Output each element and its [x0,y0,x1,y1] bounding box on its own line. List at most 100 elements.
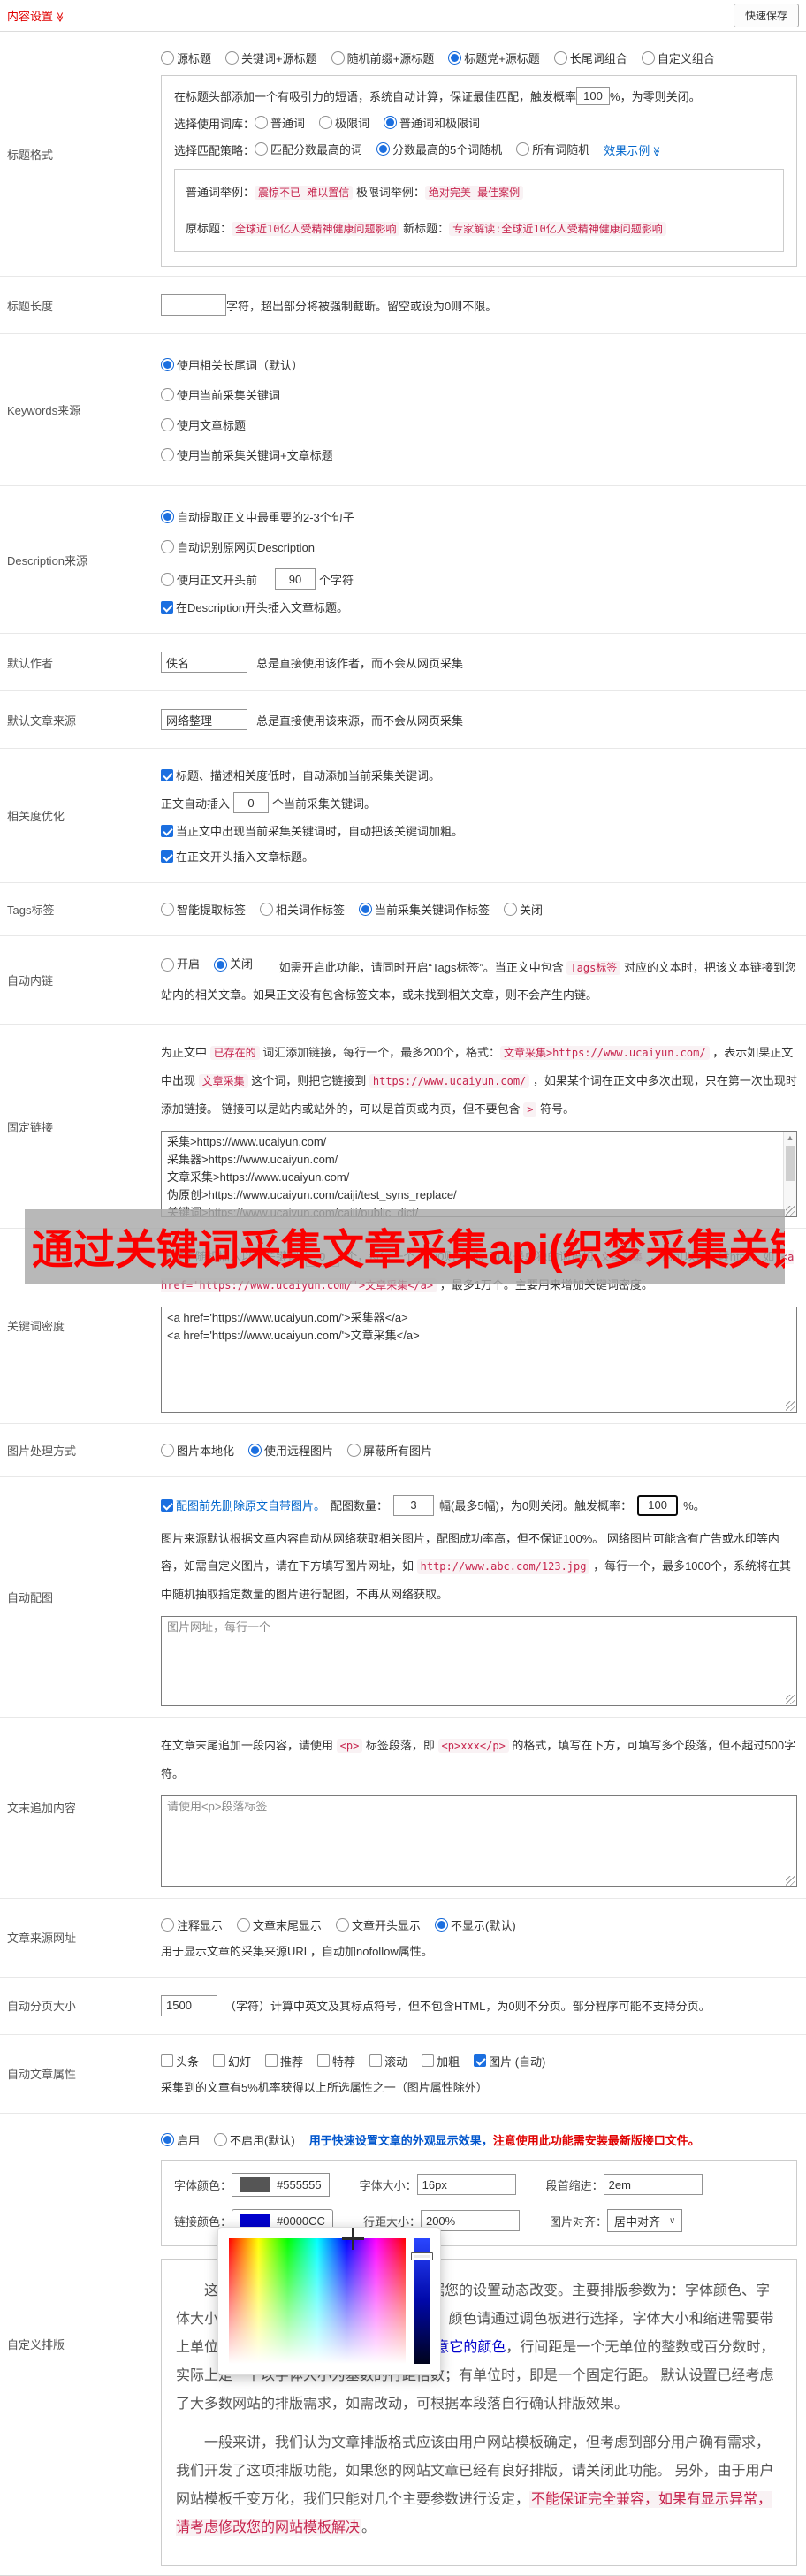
radio-option-0[interactable]: 使用相关长尾词（默认） [161,356,797,373]
radio-option-3[interactable]: 标题党+源标题 [448,50,540,66]
row-label: 自动内链 [7,974,54,988]
radio-option-4[interactable]: 长尾词组合 [553,50,627,66]
radio-option-3[interactable]: 关闭 [504,901,543,918]
radio-icon [448,51,462,65]
checkbox-add-keyword[interactable]: 标题、描述相关度低时，自动添加当前采集关键词。 [161,766,440,783]
quick-save-button[interactable]: 快速保存 [733,4,799,27]
fixed-link-textarea[interactable]: 采集>https://www.ucaiyun.com/ 采集器>https://… [161,1130,797,1217]
row-image-mode: 图片处理方式 图片本地化 使用远程图片 屏蔽所有图片 [0,1424,806,1477]
radio-option-1[interactable]: 关键词+源标题 [225,50,317,66]
radio-option-0[interactable]: 开启 [161,950,200,979]
watermark-banner: 通过关键词采集文章采集api(织梦采集关键 [25,1208,785,1284]
font-size-input[interactable] [416,2174,516,2196]
typography-note-blue: 用于快速设置文章的外观显示效果， [308,2134,493,2148]
saturation-gradient-area[interactable] [229,2227,406,2364]
checkbox-insert-title[interactable]: 在Description开头插入文章标题。 [161,598,348,615]
checkbox-bold-keyword[interactable]: 当正文中出现当前采集关键词时，自动把该关键词加粗。 [161,822,463,839]
radio-icon [641,51,655,65]
font-color-input[interactable]: #555555 [232,2172,330,2197]
radio-icon [161,572,174,586]
radio-option-1[interactable]: 使用远程图片 [248,1442,333,1459]
default-author-input[interactable] [161,652,247,674]
row-fixed-link: 固定链接 为正文中 已存在的 词汇添加链接，每行一个，最多200个，格式： 文章采… [0,1025,806,1229]
example-link[interactable]: 效果示例≫ [604,141,662,158]
radio-option-0[interactable]: 启用 [161,2131,200,2148]
description-chars-input[interactable] [275,568,316,591]
row-label: Tags标签 [7,903,55,918]
radio-icon [248,1443,262,1457]
image-align-select[interactable]: 居中对齐 ∨ [606,2209,683,2233]
checkbox-option-3[interactable]: 特荐 [317,2053,355,2069]
checkbox-option-6[interactable]: 图片 (自动) [474,2053,545,2069]
radio-option-1[interactable]: 自动识别原网页Description [161,538,797,555]
radio-option-1[interactable]: 分数最高的5个词随机 [376,141,502,157]
checkbox-option-5[interactable]: 加粗 [422,2053,460,2069]
append-desc: 在文章末尾追加一段内容，请使用 <p> 标签段落，即 <p>xxx</p> 的格… [161,1739,796,1780]
radio-option-3[interactable]: 不显示(默认) [435,1917,516,1933]
radio-option-0[interactable]: 图片本地化 [161,1442,234,1459]
radio-icon [225,51,240,65]
radio-option-0[interactable]: 源标题 [161,50,211,66]
radio-option-0[interactable]: 普通词 [255,114,305,131]
checkbox-icon [422,2054,435,2068]
scrollbar[interactable]: ▲ [783,1131,796,1216]
checkbox-option-1[interactable]: 幻灯 [213,2053,251,2069]
radio-icon [336,1917,350,1932]
radio-option-0[interactable]: 匹配分数最高的词 [255,141,362,157]
checkbox-remove-original-images[interactable]: 配图前先删除原文自带图片。 [161,1497,325,1513]
trigger-probability-input[interactable] [576,87,611,105]
pagination-size-input[interactable] [161,1994,217,2016]
indent-input[interactable] [603,2174,703,2196]
scrollbar-thumb[interactable] [786,1145,795,1181]
radio-option-2[interactable]: 屏蔽所有图片 [347,1442,432,1459]
radio-option-2[interactable]: 当前采集关键词作标签 [359,901,490,918]
keyword-density-textarea[interactable]: <a href='https://www.ucaiyun.com/'>采集器</… [161,1306,797,1413]
radio-option-1[interactable]: 关闭 [214,950,253,979]
radio-option-2[interactable]: 所有词随机 [516,141,589,157]
title-length-input[interactable] [161,294,226,316]
radio-icon [161,358,174,372]
radio-option-2[interactable]: 随机前缀+源标题 [331,50,434,66]
row-label: 文章来源网址 [7,1932,77,1946]
default-source-input[interactable] [161,709,247,731]
radio-option-2[interactable]: 普通词和极限词 [384,114,480,131]
radio-option-2[interactable]: 文章开头显示 [336,1917,421,1933]
shade-slider[interactable] [411,2237,433,2364]
checkbox-option-2[interactable]: 推荐 [265,2053,303,2069]
radio-icon [214,2132,228,2146]
append-content-textarea[interactable] [161,1795,797,1887]
page-title[interactable]: 内容设置≫ [7,7,65,24]
radio-option-1[interactable]: 极限词 [319,114,369,131]
slider-handle[interactable] [411,2252,433,2260]
font-color-swatch[interactable] [240,2176,270,2192]
hint-text: 用于显示文章的采集来源URL，自动加nofollow属性。 [161,1944,433,1958]
caret-down-icon: ∨ [669,2215,676,2226]
row-label: 关键词密度 [7,1320,65,1334]
radio-option-0[interactable]: 自动提取正文中最重要的2-3个句子 [161,508,797,525]
scroll-up-icon[interactable]: ▲ [784,1132,796,1144]
checkbox-insert-title-body[interactable]: 在正文开头插入文章标题。 [161,848,314,865]
radio-option-0[interactable]: 智能提取标签 [161,901,246,918]
radio-option-1[interactable]: 文章末尾显示 [237,1917,322,1933]
checkbox-option-4[interactable]: 滚动 [369,2053,407,2069]
row-attributes: 自动文章属性 头条 幻灯 推荐 特荐 滚动 加粗 图片 (自动) 采集到的文章有5%机率获得… [0,2035,806,2114]
radio-option-0[interactable]: 注释显示 [161,1917,223,1933]
image-probability-input[interactable] [637,1494,679,1516]
row-tags: Tags标签 智能提取标签 相关词作标签 当前采集关键词作标签 关闭 [0,883,806,937]
picker-crosshair-icon[interactable] [342,2227,364,2250]
insert-keyword-count-input[interactable] [233,792,270,814]
radio-option-1[interactable]: 不启用(默认) [214,2131,295,2148]
radio-option-2[interactable]: 使用文章标题 [161,416,797,433]
checkbox-icon [265,2054,278,2068]
radio-icon [161,903,174,917]
radio-option-body-prefix[interactable]: 使用正文开头前 [161,571,257,588]
image-count-input[interactable] [393,1494,435,1516]
radio-option-1[interactable]: 相关词作标签 [260,901,345,918]
radio-option-1[interactable]: 使用当前采集关键词 [161,386,797,403]
description-source-options: 自动提取正文中最重要的2-3个句子 自动识别原网页Description [161,508,797,555]
row-label: 相关度优化 [7,810,65,824]
radio-option-5[interactable]: 自定义组合 [641,50,715,66]
image-url-textarea[interactable] [161,1616,797,1707]
radio-option-3[interactable]: 使用当前采集关键词+文章标题 [161,446,797,463]
checkbox-option-0[interactable]: 头条 [161,2053,199,2069]
